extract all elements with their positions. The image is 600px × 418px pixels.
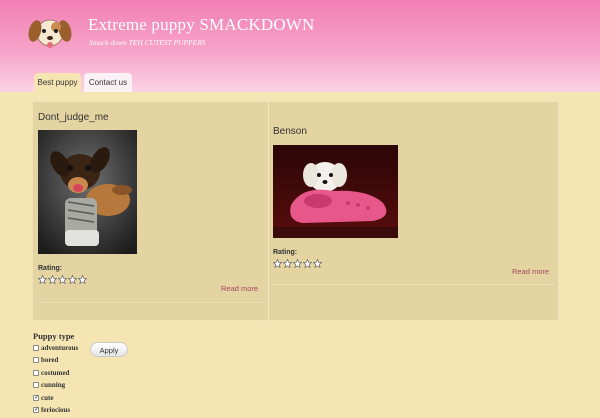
row-rule <box>38 302 263 303</box>
filter-option-label[interactable]: cunning <box>41 381 65 389</box>
star-icon[interactable] <box>68 275 77 284</box>
apply-button[interactable]: Apply <box>90 342 128 357</box>
filter-option-label[interactable]: adventurous <box>41 344 78 352</box>
puppy-photo[interactable] <box>273 145 398 238</box>
tab-best-puppy[interactable]: Best puppy <box>34 73 81 92</box>
star-icon[interactable] <box>58 275 67 284</box>
filter-option[interactable]: ✓ feriocious <box>33 405 70 415</box>
star-icon[interactable] <box>38 275 47 284</box>
read-more-link[interactable]: Read more <box>512 267 549 276</box>
site-slogan: Smack down TEH CUTEST PUPPERS <box>89 38 206 47</box>
star-icon[interactable] <box>273 259 282 268</box>
star-icon[interactable] <box>293 259 302 268</box>
filter-option[interactable]: bored <box>33 355 58 365</box>
puppy-title[interactable]: Benson <box>273 126 307 137</box>
checkbox[interactable] <box>33 382 39 388</box>
rating-label: Rating: <box>38 265 63 272</box>
site-header: Extreme puppy SMACKDOWN Smack down TEH C… <box>0 0 600 92</box>
star-rating[interactable] <box>38 275 87 284</box>
filter-option[interactable]: adventurous <box>33 343 78 353</box>
filter-option-label[interactable]: bored <box>41 356 58 364</box>
puppy-face-icon[interactable] <box>28 12 72 52</box>
star-rating[interactable] <box>273 259 322 268</box>
filter-option[interactable]: ✓ cute <box>33 393 53 403</box>
filter-title: Puppy type <box>33 331 75 341</box>
star-icon[interactable] <box>78 275 87 284</box>
rating-label: Rating: <box>273 249 298 256</box>
tab-contact-us[interactable]: Contact us <box>84 73 132 92</box>
read-more-link[interactable]: Read more <box>221 284 258 293</box>
checkbox[interactable] <box>33 345 39 351</box>
star-icon[interactable] <box>313 259 322 268</box>
puppy-photo[interactable] <box>38 130 137 254</box>
star-icon[interactable] <box>303 259 312 268</box>
filter-option-label[interactable]: costumed <box>41 369 69 377</box>
star-icon[interactable] <box>283 259 292 268</box>
filter-option-label[interactable]: feriocious <box>41 406 70 414</box>
checkbox[interactable] <box>33 370 39 376</box>
filter-option[interactable]: costumed <box>33 368 69 378</box>
grid-divider <box>268 102 269 322</box>
row-rule <box>273 284 555 285</box>
puppy-grid: Dont_judge_me Rating: Read more Benson R… <box>32 101 559 322</box>
puppy-title[interactable]: Dont_judge_me <box>38 112 109 123</box>
filter-option[interactable]: cunning <box>33 380 65 390</box>
checkbox[interactable] <box>33 357 39 363</box>
site-name[interactable]: Extreme puppy SMACKDOWN <box>88 15 315 35</box>
filter-option-label[interactable]: cute <box>41 394 53 402</box>
checkbox[interactable]: ✓ <box>33 407 39 413</box>
star-icon[interactable] <box>48 275 57 284</box>
checkbox[interactable]: ✓ <box>33 395 39 401</box>
